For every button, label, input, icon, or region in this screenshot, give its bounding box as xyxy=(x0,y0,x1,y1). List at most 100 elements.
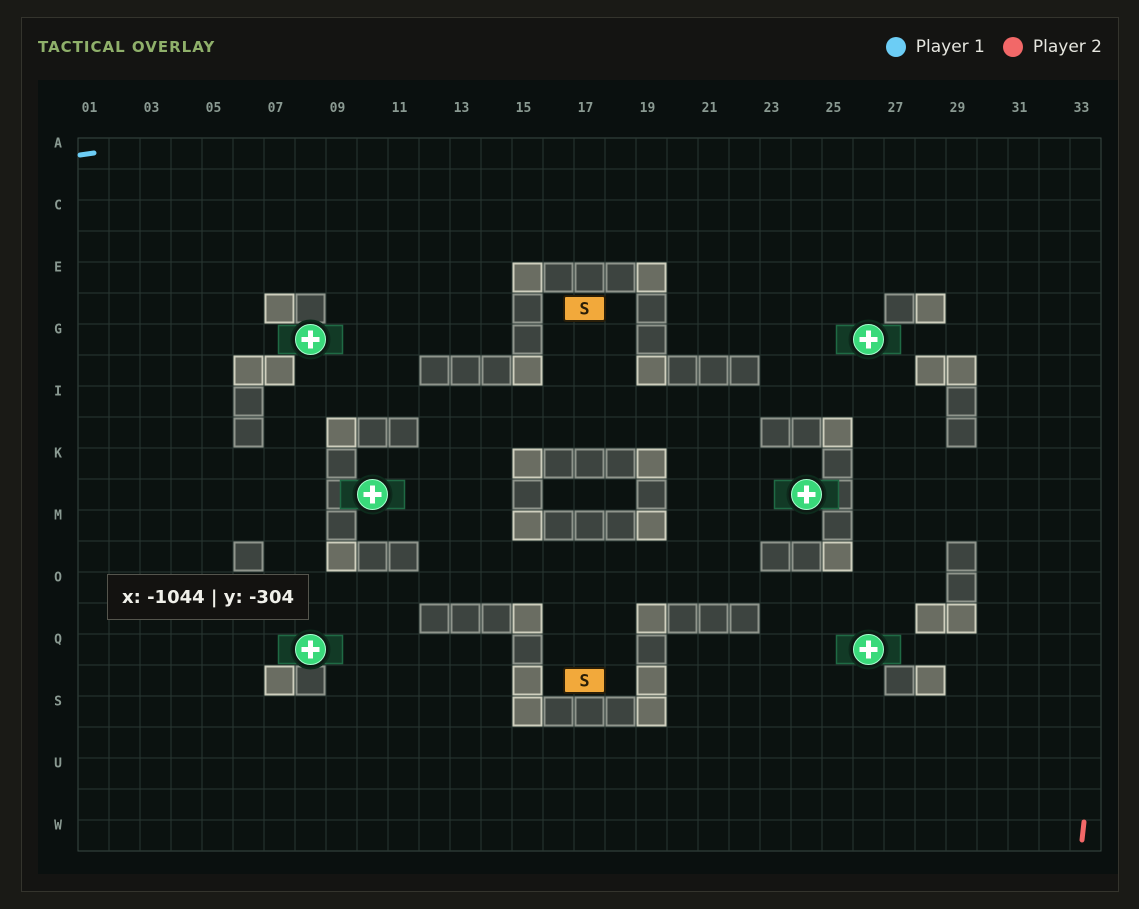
wall-block xyxy=(605,510,636,541)
wall-block xyxy=(667,355,698,386)
column-label: 03 xyxy=(144,101,160,116)
wall-block xyxy=(946,417,977,448)
wall-block xyxy=(543,262,574,293)
row-label: S xyxy=(54,695,62,710)
wall-block xyxy=(481,603,512,634)
wall-block xyxy=(822,448,853,479)
wall-block-light xyxy=(512,262,543,293)
wall-block-light xyxy=(915,603,946,634)
wall-block xyxy=(512,479,543,510)
row-label: E xyxy=(54,261,62,276)
wall-block xyxy=(295,293,326,324)
wall-block-light xyxy=(512,665,543,696)
wall-block-light xyxy=(326,417,357,448)
wall-block xyxy=(667,603,698,634)
wall-block xyxy=(450,355,481,386)
health-cross-v xyxy=(370,485,375,504)
wall-block-light xyxy=(915,355,946,386)
wall-block xyxy=(481,355,512,386)
legend-label-player-1: Player 1 xyxy=(915,37,985,57)
player-1-dot-icon xyxy=(885,37,906,57)
wall-block xyxy=(543,448,574,479)
row-label: A xyxy=(54,137,62,152)
wall-block xyxy=(822,510,853,541)
wall-block xyxy=(574,696,605,727)
column-label: 31 xyxy=(1012,101,1028,116)
wall-block xyxy=(636,324,667,355)
column-label: 11 xyxy=(392,101,408,116)
wall-block xyxy=(357,541,388,572)
wall-block-light xyxy=(512,510,543,541)
row-label: G xyxy=(54,323,62,338)
row-label: U xyxy=(54,757,62,772)
wall-block xyxy=(419,603,450,634)
wall-block-light xyxy=(264,355,295,386)
column-label: 25 xyxy=(826,101,842,116)
wall-block xyxy=(512,293,543,324)
wall-block-light xyxy=(946,603,977,634)
column-label: 33 xyxy=(1074,101,1090,116)
row-label: O xyxy=(54,571,62,586)
column-label: 09 xyxy=(330,101,346,116)
wall-block xyxy=(388,417,419,448)
wall-block xyxy=(357,417,388,448)
wall-block xyxy=(760,417,791,448)
row-label: K xyxy=(54,447,62,462)
column-label: 21 xyxy=(702,101,718,116)
wall-block xyxy=(636,634,667,665)
wall-block-light xyxy=(512,696,543,727)
wall-block-light xyxy=(326,541,357,572)
health-cross-v xyxy=(308,330,313,349)
map-grid[interactable]: 01 03 05 07 09 11 13 15 17 19 21 23 25 27 29 31 33 A C E G I K… xyxy=(38,80,1118,874)
wall-block xyxy=(233,541,264,572)
wall-block-light xyxy=(636,262,667,293)
wall-block xyxy=(574,510,605,541)
player-2-dot-icon xyxy=(1002,37,1023,57)
wall-block xyxy=(698,355,729,386)
coordinate-tooltip: x: -1044 | y: -304 xyxy=(107,574,309,620)
wall-block-light xyxy=(636,696,667,727)
wall-block xyxy=(605,696,636,727)
legend-label-player-2: Player 2 xyxy=(1032,37,1102,57)
wall-block xyxy=(543,696,574,727)
wall-block xyxy=(636,293,667,324)
wall-block-light xyxy=(822,417,853,448)
wall-block xyxy=(233,417,264,448)
wall-block xyxy=(543,510,574,541)
wall-block-light xyxy=(512,603,543,634)
wall-block xyxy=(760,541,791,572)
health-cross-v xyxy=(308,640,313,659)
legend: Player 1 Player 2 xyxy=(885,37,1102,57)
wall-block xyxy=(326,448,357,479)
column-label: 01 xyxy=(82,101,98,116)
wall-block-light xyxy=(512,448,543,479)
wall-block-light xyxy=(636,603,667,634)
wall-block xyxy=(636,479,667,510)
wall-block-light xyxy=(636,355,667,386)
wall-block xyxy=(388,541,419,572)
column-label: 13 xyxy=(454,101,470,116)
wall-block xyxy=(512,324,543,355)
wall-block-light xyxy=(264,665,295,696)
wall-block xyxy=(326,510,357,541)
wall-block xyxy=(946,541,977,572)
wall-block xyxy=(791,541,822,572)
column-label: 19 xyxy=(640,101,656,116)
health-cross-v xyxy=(866,330,871,349)
wall-block xyxy=(450,603,481,634)
wall-block xyxy=(605,262,636,293)
column-label: 29 xyxy=(950,101,966,116)
wall-block-light xyxy=(264,293,295,324)
column-label: 23 xyxy=(764,101,780,116)
grid-background xyxy=(77,137,1102,852)
wall-block xyxy=(729,355,760,386)
row-label: M xyxy=(54,509,62,524)
column-label: 27 xyxy=(888,101,904,116)
legend-item-player-2: Player 2 xyxy=(1002,37,1102,57)
tactical-map[interactable]: 01 03 05 07 09 11 13 15 17 19 21 23 25 27 29 31 33 A C E G I K… xyxy=(38,80,1118,874)
row-label: Q xyxy=(54,633,62,648)
wall-block xyxy=(512,634,543,665)
panel-title: TACTICAL OVERLAY xyxy=(38,38,216,56)
wall-block-light xyxy=(636,510,667,541)
health-cross-v xyxy=(804,485,809,504)
